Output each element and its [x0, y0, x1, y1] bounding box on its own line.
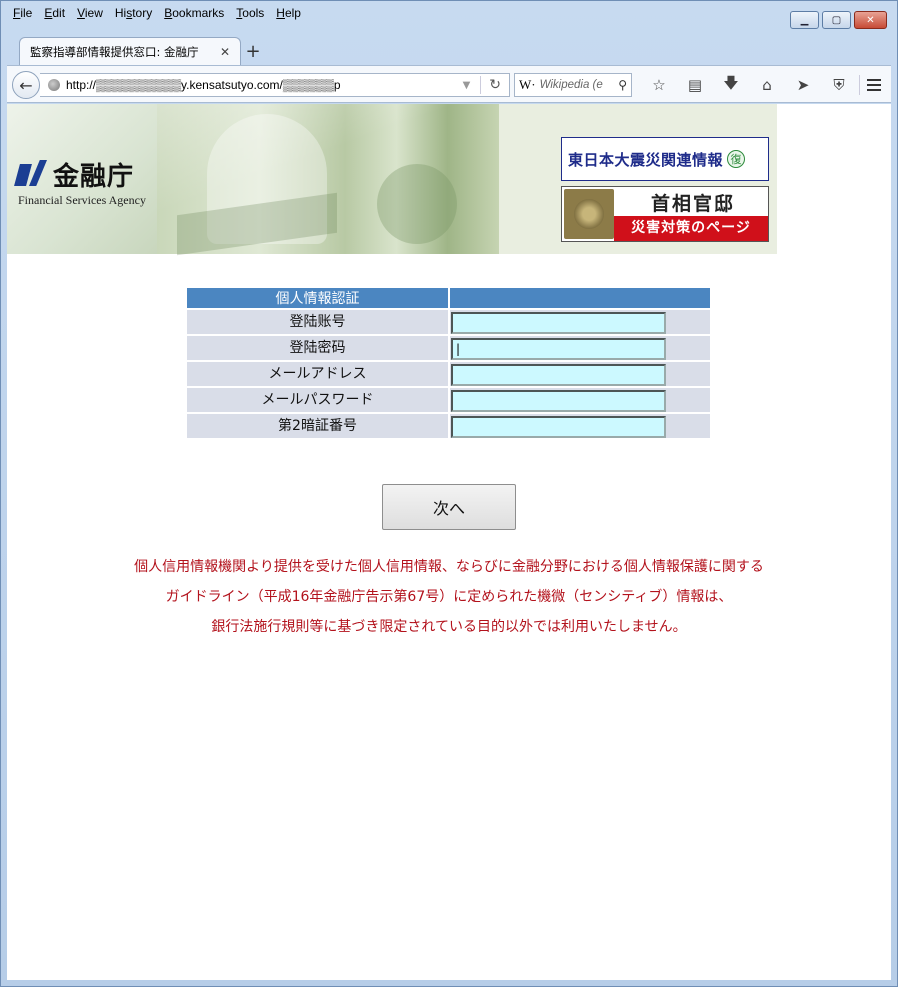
search-bar[interactable]: W· Wikipedia (e ⚲: [514, 73, 632, 97]
login-password-label: 登陆密码: [187, 336, 448, 360]
pm-office-link[interactable]: 首相官邸 災害対策のページ: [561, 186, 769, 242]
menu-bookmarks[interactable]: Bookmarks: [158, 5, 230, 23]
login-id-input[interactable]: [451, 311, 666, 334]
notice-line: 銀行法施行規則等に基づき限定されている目的以外では利用いたしません。: [211, 619, 687, 635]
menu-help[interactable]: Help: [270, 5, 307, 23]
menu-view[interactable]: View: [71, 5, 109, 23]
url-separator: [480, 76, 482, 94]
email-input[interactable]: [451, 363, 666, 386]
form-header-blank: [450, 288, 710, 308]
fsa-logo[interactable]: 金融庁 Financial Services Agency: [7, 104, 157, 254]
logo-japanese: 金融庁: [53, 162, 135, 192]
tab-bar: 監察指導部情報提供窓口: 金融庁 ✕ +: [7, 35, 887, 65]
banner-links: 東日本大震災関連情報 復 首相官邸 災害対策のページ: [499, 104, 777, 254]
email-label: メールアドレス: [187, 362, 448, 386]
url-bar[interactable]: http://▒▒▒▒▒▒▒▒▒▒y.kensatsutyo.com/▒▒▒▒▒…: [40, 73, 510, 97]
arrow-left-icon: ←: [19, 75, 33, 95]
hamburger-menu-icon[interactable]: [859, 75, 887, 95]
menu-tools[interactable]: Tools: [230, 5, 270, 23]
menu-history[interactable]: History: [109, 5, 158, 23]
download-icon[interactable]: 🡇: [713, 74, 749, 95]
tab-close-icon[interactable]: ✕: [220, 45, 230, 59]
toolbar-icons: ☆ ▤ 🡇 ⌂ ➤ ⛨: [641, 74, 857, 95]
email-password-input[interactable]: [451, 389, 666, 412]
globe-icon: [48, 79, 60, 91]
login-password-input[interactable]: [451, 337, 666, 360]
notice-line: ガイドライン（平成16年金融庁告示第67号）に定められた機微（センシティブ）情報…: [165, 589, 733, 605]
email-password-label: メールパスワード: [187, 388, 448, 412]
tab-active[interactable]: 監察指導部情報提供窓口: 金融庁 ✕: [19, 37, 241, 65]
form-header: 個人情報認証: [187, 288, 448, 308]
url-text: http://▒▒▒▒▒▒▒▒▒▒y.kensatsutyo.com/▒▒▒▒▒…: [66, 78, 341, 92]
auth-form-table: 個人情報認証 登陆账号 登陆密码 メールアドレス メールパスワード 第2暗証番号: [185, 286, 712, 440]
pm-office-title: 首相官邸: [650, 193, 735, 215]
paulownia-emblem-icon: [564, 189, 614, 239]
search-placeholder: Wikipedia (e: [539, 79, 603, 91]
earthquake-info-text: 東日本大震災関連情報: [568, 150, 724, 169]
browser-window: File Edit View History Bookmarks Tools H…: [0, 0, 898, 987]
menu-file[interactable]: File: [7, 5, 38, 23]
chevron-down-icon[interactable]: ▼: [463, 80, 471, 91]
recovery-badge-icon: 復: [727, 150, 746, 168]
send-icon[interactable]: ➤: [785, 75, 821, 95]
window-controls: ▁ ▢ ✕: [790, 11, 887, 29]
second-pin-input[interactable]: [451, 415, 666, 438]
minimize-button[interactable]: ▁: [790, 11, 819, 29]
menu-bar: File Edit View History Bookmarks Tools H…: [7, 5, 307, 23]
banner-photo: [157, 104, 499, 256]
privacy-notice: 個人信用情報機関より提供を受けた個人信用情報、ならびに金融分野における個人情報保…: [7, 556, 891, 646]
reload-icon[interactable]: ↻: [489, 77, 501, 93]
fsa-logo-icon: [14, 160, 49, 188]
new-tab-button[interactable]: +: [243, 41, 263, 62]
notice-line: 個人信用情報機関より提供を受けた個人信用情報、ならびに金融分野における個人情報保…: [134, 559, 764, 575]
back-button[interactable]: ←: [12, 71, 40, 99]
disaster-page-label: 災害対策のページ: [614, 216, 768, 241]
earthquake-info-link[interactable]: 東日本大震災関連情報 復: [561, 137, 769, 181]
reading-list-icon[interactable]: ▤: [677, 75, 713, 95]
page-content: 金融庁 Financial Services Agency 東日本大震災関連情報…: [7, 104, 891, 980]
tab-title: 監察指導部情報提供窓口: 金融庁: [30, 44, 199, 59]
maximize-button[interactable]: ▢: [822, 11, 851, 29]
wikipedia-icon[interactable]: W·: [519, 77, 536, 93]
shield-icon[interactable]: ⛨: [821, 75, 857, 95]
close-window-button[interactable]: ✕: [854, 11, 887, 29]
second-pin-label: 第2暗証番号: [187, 414, 448, 438]
login-id-label: 登陆账号: [187, 310, 448, 334]
search-icon[interactable]: ⚲: [618, 78, 627, 92]
logo-english: Financial Services Agency: [18, 193, 146, 207]
star-icon[interactable]: ☆: [641, 75, 677, 95]
header-banner: 金融庁 Financial Services Agency 東日本大震災関連情報…: [7, 104, 777, 256]
navigation-toolbar: ← http://▒▒▒▒▒▒▒▒▒▒y.kensatsutyo.com/▒▒▒…: [7, 65, 891, 103]
next-button[interactable]: 次へ: [382, 484, 516, 530]
menu-edit[interactable]: Edit: [38, 5, 71, 23]
home-icon[interactable]: ⌂: [749, 75, 785, 95]
